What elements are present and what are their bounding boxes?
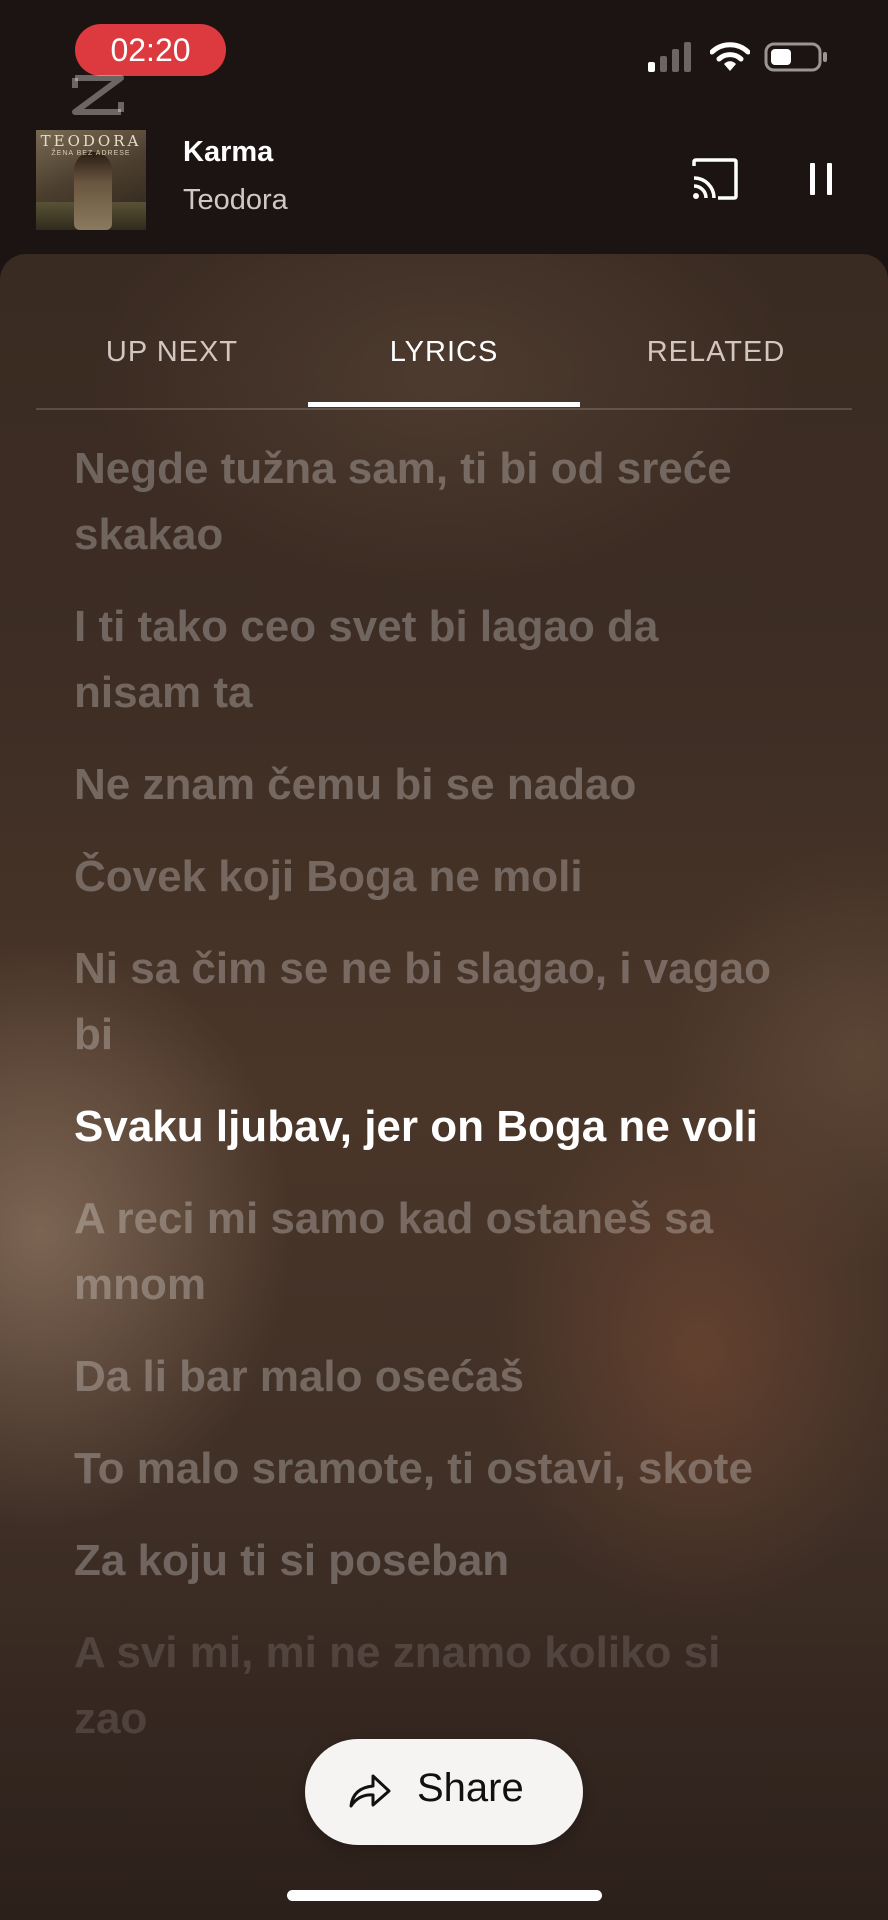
home-indicator[interactable] [287, 1890, 602, 1901]
capcut-icon [72, 75, 124, 115]
tab-lyrics[interactable]: LYRICS [308, 336, 580, 369]
track-title[interactable]: Karma [183, 136, 273, 169]
lyric-line[interactable]: To malo sramote, ti ostavi, skote [74, 1436, 794, 1502]
lyrics-list[interactable]: Negde tužna sam, ti bi od sreće skakao I… [74, 436, 794, 1778]
wifi-icon [710, 42, 750, 71]
track-artist[interactable]: Teodora [183, 184, 288, 217]
signal-icon [648, 42, 691, 72]
lyric-line[interactable]: Negde tužna sam, ti bi od sreće skakao [74, 436, 794, 568]
lyrics-panel: UP NEXT LYRICS RELATED Negde tužna sam, … [0, 254, 888, 1920]
lyric-line[interactable]: A svi mi, mi ne znamo koliko si zao [74, 1620, 794, 1752]
tab-related[interactable]: RELATED [580, 336, 852, 369]
cast-icon[interactable] [690, 158, 740, 200]
album-art-subtitle: ŽENA BEZ ADRESE [51, 150, 131, 157]
lyric-line[interactable]: Ni sa čim se ne bi slagao, i vagao bi [74, 936, 794, 1068]
tab-active-indicator [308, 402, 580, 407]
share-button[interactable]: Share [305, 1739, 583, 1845]
lyric-line[interactable]: Za koju ti si poseban [74, 1528, 794, 1594]
share-icon [349, 1774, 391, 1808]
pause-icon[interactable] [808, 163, 834, 195]
album-art-figure [74, 152, 112, 230]
tab-up-next[interactable]: UP NEXT [36, 336, 308, 369]
lyric-line-current[interactable]: Svaku ljubav, jer on Boga ne voli [74, 1094, 794, 1160]
lyric-line[interactable]: A reci mi samo kad ostaneš sa mnom [74, 1186, 794, 1318]
share-label: Share [417, 1766, 524, 1810]
battery-icon [764, 42, 827, 72]
tab-bar: UP NEXT LYRICS RELATED [36, 254, 852, 410]
lyric-line[interactable]: Čovek koji Boga ne moli [74, 844, 794, 910]
status-time-badge[interactable]: 02:20 [75, 24, 226, 76]
album-art-title: TEODORA [40, 132, 142, 150]
lyric-line[interactable]: Ne znam čemu bi se nadao [74, 752, 794, 818]
lyric-line[interactable]: I ti tako ceo svet bi lagao da nisam ta [74, 594, 794, 726]
screen: 02:20 TEODORA ŽENA BEZ ADRESE Karma Teod… [0, 0, 888, 1920]
lyric-line[interactable]: Da li bar malo osećaš [74, 1344, 794, 1410]
album-art[interactable]: TEODORA ŽENA BEZ ADRESE [36, 130, 146, 230]
